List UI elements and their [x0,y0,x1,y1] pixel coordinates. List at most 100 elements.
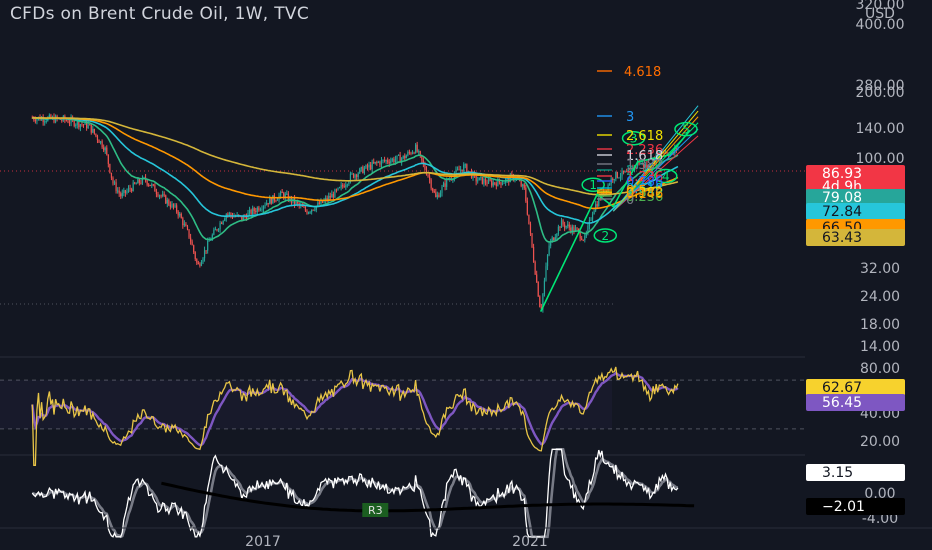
candle-body [177,211,179,216]
candle-body [332,194,334,198]
candle-body [155,191,158,194]
candle-body [442,183,445,187]
candle-body [269,197,271,205]
candle-body [317,202,319,206]
candle-body [68,122,71,124]
candle-body [494,182,496,184]
candle-body [151,184,153,186]
candle-body [435,192,437,198]
candle-body [230,213,232,216]
candle-body [152,184,154,186]
candle-body [297,201,299,204]
candle-body [391,158,393,161]
time-tick-label: 2021 [512,534,548,550]
candle-body [486,182,488,184]
candle-body [362,166,364,174]
candle-body [199,264,201,266]
candle-body [396,155,398,160]
fib-level-label: 0.146 [626,187,663,202]
candle-body [165,195,167,204]
candle-body [255,210,257,212]
price-tick-label: 100.00 [856,151,905,167]
candle-body [89,124,91,126]
candle-body [131,189,133,192]
candle-body [545,266,547,281]
candle-body [272,195,274,204]
candle-body [250,209,252,215]
candle-body [163,194,165,196]
candle-body [82,124,85,126]
candle-body [411,152,414,154]
candle-body [196,259,198,263]
candle-body [491,180,493,186]
candle-body [335,189,338,191]
rsi-tick-label: 80.00 [860,361,900,377]
chart-background [0,0,932,550]
price-tag-ema-mid: 72.84 [822,204,862,220]
rsi-tag: 62.67 [822,380,862,396]
price-tick-label: 200.00 [856,85,905,101]
candle-body [618,177,620,179]
candle-body [307,212,310,214]
candle-body [182,218,184,226]
candle-body [503,182,505,184]
candle-body [529,223,532,234]
price-scale[interactable]: 320.00400.00280.00200.00140.00100.0042.0… [856,0,905,527]
time-tick-label: 2017 [245,534,281,550]
chart-canvas[interactable]: 123454.61832.6182.23621.6181.3821.2360.7… [0,0,932,550]
candle-body [383,159,386,161]
candle-body [146,180,148,185]
price-tick-label: 18.00 [860,317,900,333]
candle-body [306,210,308,214]
candle-body [261,209,263,211]
candle-body [370,164,372,170]
candle-body [124,190,127,194]
candle-body [329,196,331,198]
candle-body [304,206,307,211]
candle-body [591,214,594,220]
fib-level-label: 4.618 [624,65,661,80]
candle-body [202,258,204,263]
candle-body [314,209,316,211]
candle-body [582,239,584,241]
candle-body [338,187,341,189]
candle-body [44,121,46,123]
candle-body [303,206,305,208]
candle-body [543,280,546,294]
candle-body [149,184,151,186]
candle-body [189,237,192,242]
candle-body [112,177,114,184]
candle-body [404,155,406,159]
candle-body [393,158,395,162]
candle-body [81,124,83,126]
candle-body [388,162,390,164]
candle-body [532,247,535,262]
candle-body [377,161,379,163]
candle-body [110,172,113,178]
candle-body [276,199,279,201]
candle-body [531,233,533,248]
candle-body [390,160,392,164]
candle-body [539,296,541,308]
currency-label[interactable]: USD [865,6,895,22]
candle-body [410,152,412,154]
candle-body [357,173,359,177]
candle-body [96,135,99,140]
candle-body [483,179,485,184]
price-tick-label: 14.00 [860,339,900,355]
candle-body [171,203,173,208]
candle-body [160,195,162,197]
candle-body [560,220,563,228]
fib-level-label: 3 [626,110,634,125]
candle-body [374,161,376,164]
candle-body [90,124,92,133]
candle-body [480,177,482,179]
candle-body [258,207,260,211]
candle-body [203,250,206,259]
candle-body [609,184,611,186]
candle-body [95,133,97,136]
candle-body [117,190,119,192]
candle-body [183,223,185,226]
candle-body [140,182,142,184]
candle-body [109,163,111,173]
